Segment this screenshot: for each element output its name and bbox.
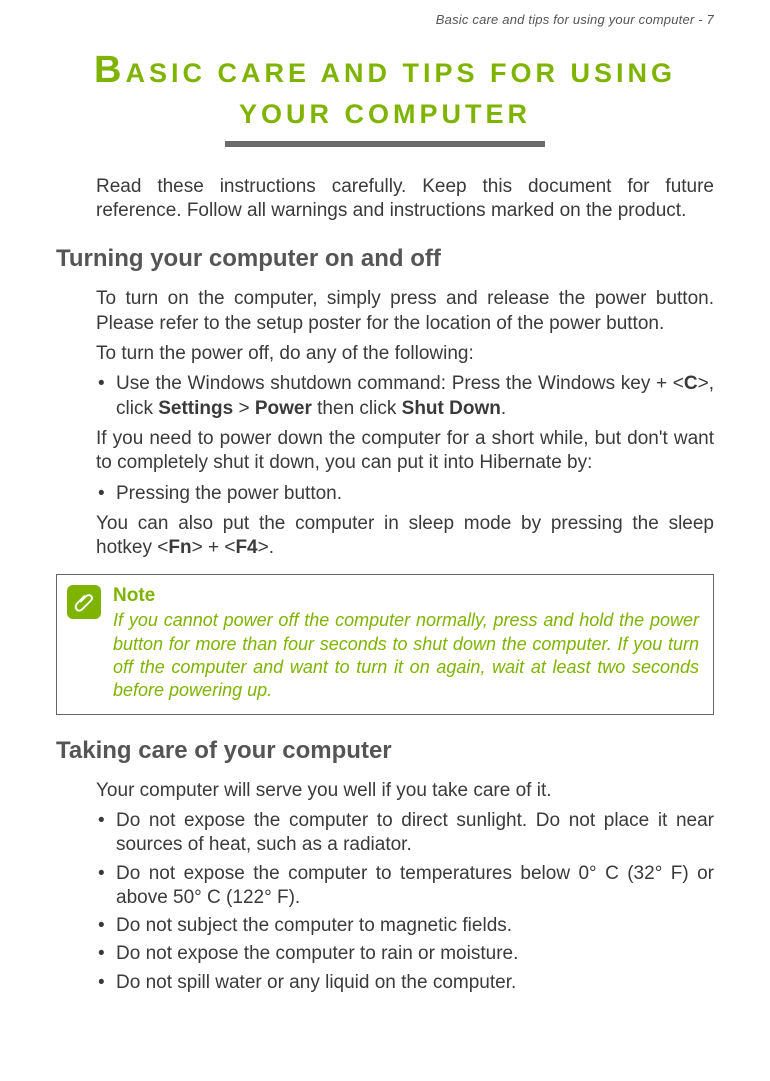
note-box: Note If you cannot power off the compute… xyxy=(56,574,714,714)
list-item: Do not subject the computer to magnetic … xyxy=(96,914,714,938)
li-text: Use the Windows shutdown command: Press … xyxy=(116,373,684,394)
list-item: Do not expose the computer to rain or mo… xyxy=(96,942,714,966)
section-heading-care: Taking care of your computer xyxy=(56,737,714,765)
document-page: Basic care and tips for using your compu… xyxy=(0,0,770,1081)
section1-list-2: Pressing the power button. xyxy=(96,482,714,506)
key-c: C xyxy=(684,373,698,394)
li-text: then click xyxy=(312,398,402,419)
chapter-title: BASIC CARE AND TIPS FOR USING YOUR COMPU… xyxy=(56,45,714,133)
bold-settings: Settings xyxy=(158,398,233,419)
li-text: . xyxy=(501,398,506,419)
li-text: > xyxy=(233,398,255,419)
bold-shutdown: Shut Down xyxy=(402,398,501,419)
section2-body: Your computer will serve you well if you… xyxy=(56,779,714,996)
section1-p3: If you need to power down the computer f… xyxy=(96,427,714,476)
section2-list: Do not expose the computer to direct sun… xyxy=(96,809,714,995)
bold-power: Power xyxy=(255,398,312,419)
list-item: Use the Windows shutdown command: Press … xyxy=(96,372,714,421)
body-block: Read these instructions carefully. Keep … xyxy=(56,175,714,224)
intro-paragraph: Read these instructions carefully. Keep … xyxy=(96,175,714,224)
p4-post: >. xyxy=(258,537,274,558)
section1-body: To turn on the computer, simply press an… xyxy=(56,287,714,714)
running-header: Basic care and tips for using your compu… xyxy=(56,12,714,27)
paperclip-icon xyxy=(73,591,95,613)
note-title: Note xyxy=(113,585,699,607)
list-item: Do not spill water or any liquid on the … xyxy=(96,971,714,995)
note-icon xyxy=(67,585,101,619)
list-item: Do not expose the computer to direct sun… xyxy=(96,809,714,858)
key-f4: F4 xyxy=(235,537,257,558)
key-fn: Fn xyxy=(168,537,191,558)
list-item: Do not expose the computer to temperatur… xyxy=(96,862,714,911)
section1-list-1: Use the Windows shutdown command: Press … xyxy=(96,372,714,421)
title-rule xyxy=(225,141,545,147)
list-item: Pressing the power button. xyxy=(96,482,714,506)
chapter-title-rest: ASIC CARE AND TIPS FOR USING YOUR COMPUT… xyxy=(125,58,676,129)
section1-p2: To turn the power off, do any of the fol… xyxy=(96,342,714,366)
p4-mid: > + < xyxy=(192,537,236,558)
section-heading-turning: Turning your computer on and off xyxy=(56,245,714,273)
section1-p4: You can also put the computer in sleep m… xyxy=(96,512,714,561)
section1-p1: To turn on the computer, simply press an… xyxy=(96,287,714,336)
note-body: If you cannot power off the computer nor… xyxy=(113,609,699,701)
chapter-title-dropcap: B xyxy=(94,49,125,91)
section2-p1: Your computer will serve you well if you… xyxy=(96,779,714,803)
